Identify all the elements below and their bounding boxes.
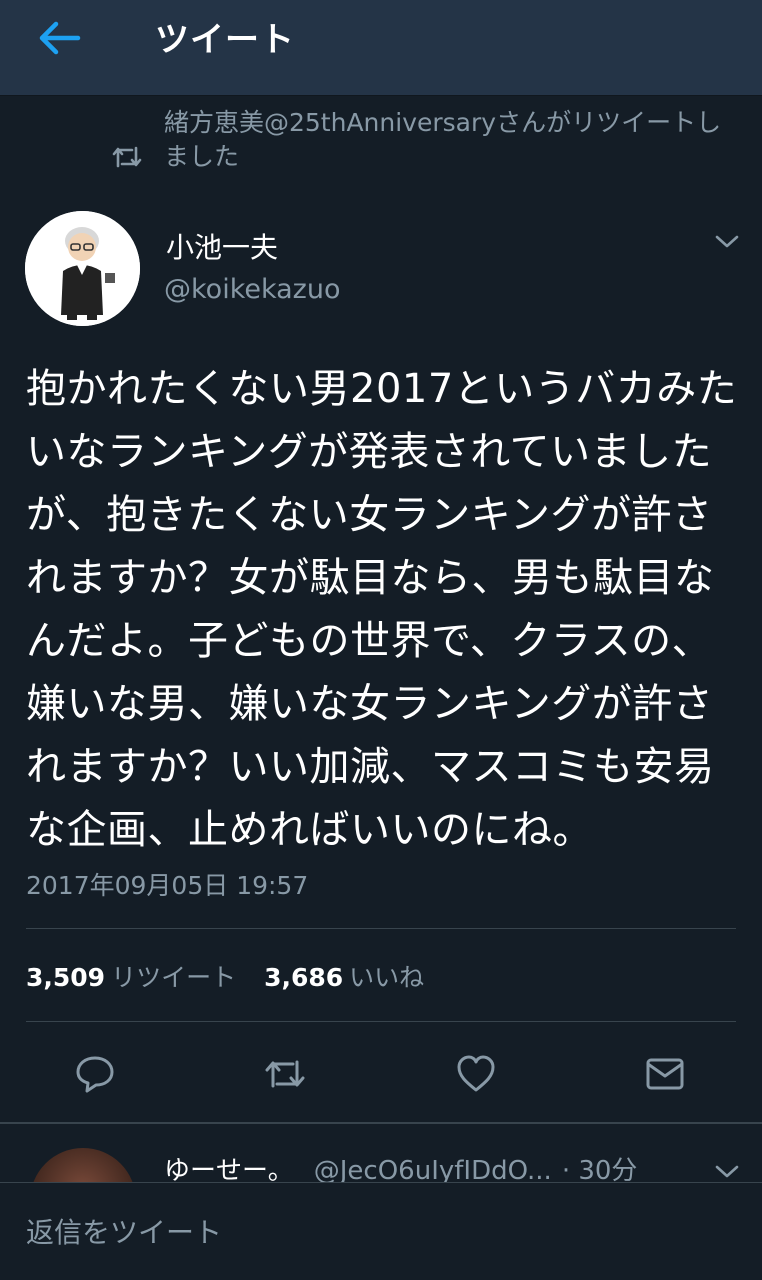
retweet-label: リツイート [111,963,237,992]
section-separator [0,1122,762,1124]
reply-icon[interactable] [73,1052,117,1096]
divider [26,928,736,929]
author-name[interactable]: 小池一夫 [166,226,278,266]
arrow-left-icon[interactable] [36,18,84,58]
action-bar [0,1040,762,1110]
tweet-timestamp: 2017年09月05日 19:57 [26,871,309,900]
divider [26,1021,736,1022]
author-handle[interactable]: @koikekazuo [164,274,341,305]
tweet-stats: 3,509 リツイート 3,686 いいね [26,958,424,994]
retweet-context-text[interactable]: 緒方恵美@25thAnniversaryさんがリツイートしました [164,106,729,174]
retweet-icon [112,146,142,168]
envelope-icon[interactable] [643,1052,687,1096]
chevron-down-icon[interactable] [713,232,741,252]
retweet-stat[interactable]: 3,509 リツイート [26,963,236,992]
like-label: いいね [349,963,425,992]
like-stat[interactable]: 3,686 いいね [264,963,424,992]
retweet-icon[interactable] [263,1052,307,1096]
tweet-text: 抱かれたくない男2017というバカみたいなランキングが発表されていましたが、抱き… [26,366,738,853]
reply-compose-bar [0,1182,762,1280]
chevron-down-icon[interactable] [713,1162,741,1182]
reply-input[interactable] [26,1209,736,1255]
avatar[interactable] [25,211,140,326]
top-bar: ツイート [0,0,762,96]
page-title: ツイート [155,20,295,60]
heart-icon[interactable] [454,1052,498,1096]
retweet-count: 3,509 [26,963,106,992]
like-count: 3,686 [264,963,344,992]
